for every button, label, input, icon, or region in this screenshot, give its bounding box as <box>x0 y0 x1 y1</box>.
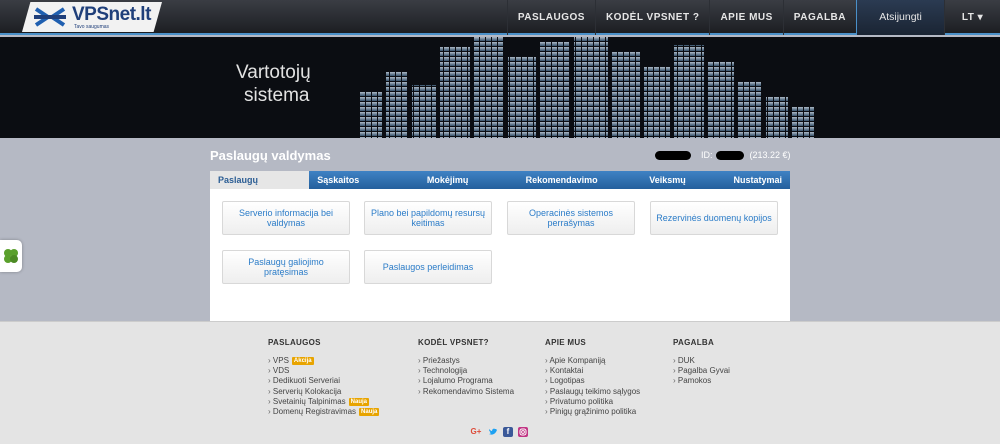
footer-link-logo[interactable]: Logotipas <box>545 376 640 386</box>
tab-mokejimu-sistemos[interactable]: Mokėjimų sistemos <box>419 171 518 203</box>
banner-equalizer-graphic <box>360 37 814 138</box>
language-selector[interactable]: LT ▾ <box>944 0 1000 35</box>
footer-link-hosting[interactable]: Svetainių TalpinimasNauja <box>268 397 379 407</box>
footer: PASLAUGOS VPSAkcija VDS Dedikuoti Server… <box>0 321 1000 444</box>
banner-title: Vartotojų sistema <box>236 61 311 107</box>
social-links: G+ f <box>469 427 528 437</box>
account-balance: (213.22 €) <box>749 150 791 160</box>
footer-link-privacy[interactable]: Privatumo politika <box>545 397 640 407</box>
footer-link-dedicated[interactable]: Dedikuoti Serveriai <box>268 376 379 386</box>
footer-link-about[interactable]: Apie Kompaniją <box>545 356 640 366</box>
footer-heading: APIE MUS <box>545 338 587 347</box>
logo[interactable]: VPSnet.lt Tavo saugumas <box>22 2 162 32</box>
tab-rekomendavimo-sistema[interactable]: Rekomendavimo sistema <box>518 171 642 203</box>
footer-link-domains[interactable]: Domenų RegistravimasNauja <box>268 407 380 417</box>
footer-link-referral[interactable]: Rekomendavimo Sistema <box>418 387 514 397</box>
logo-x-icon <box>34 7 66 27</box>
footer-link-tutorials[interactable]: Pamokos <box>673 376 730 386</box>
top-navigation-bar: VPSnet.lt Tavo saugumas PASLAUGOS KODĖL … <box>0 0 1000 35</box>
backups-button[interactable]: Rezervinės duomenų kopijos <box>650 201 778 235</box>
page-title: Paslaugų valdymas <box>210 148 331 163</box>
promo-badge: Akcija <box>291 357 314 365</box>
footer-link-vps[interactable]: VPSAkcija <box>268 356 379 366</box>
banner-title-line-1: Vartotojų <box>236 62 311 83</box>
services-panel: Serverio informacija bei valdymas Plano … <box>210 189 790 321</box>
banner-title-line-2: sistema <box>244 85 310 106</box>
facebook-icon[interactable]: f <box>503 427 513 437</box>
os-reinstall-button[interactable]: Operacinės sistemos perrašymas <box>507 201 635 235</box>
tab-veiksmu-istorija[interactable]: Veiksmų istorija <box>641 171 725 203</box>
nav-item-apie-mus[interactable]: APIE MUS <box>709 0 782 35</box>
footer-link-faq[interactable]: DUK <box>673 356 730 366</box>
instagram-icon[interactable] <box>518 427 528 437</box>
new-badge: Nauja <box>359 408 380 417</box>
footer-link-colocation[interactable]: Serverių Kolokacija <box>268 387 379 397</box>
brand-name: VPSnet.lt <box>72 4 151 25</box>
footer-link-reasons[interactable]: Priežastys <box>418 356 514 366</box>
nav-item-kodel-vpsnet[interactable]: KODĖL VPSNET ? <box>594 0 710 35</box>
service-transfer-button[interactable]: Paslaugos perleidimas <box>364 250 492 284</box>
account-info: ID: (213.22 €) <box>655 150 791 160</box>
new-badge: Nauja <box>348 397 370 406</box>
side-help-widget[interactable] <box>0 240 22 272</box>
footer-link-terms[interactable]: Paslaugų teikimo sąlygos <box>545 387 640 397</box>
nav-item-pagalba[interactable]: PAGALBA <box>782 0 856 35</box>
footer-heading: KODĖL VPSNET? <box>418 338 489 347</box>
footer-link-loyalty[interactable]: Lojalumo Programa <box>418 376 514 386</box>
clover-icon <box>4 249 18 263</box>
hero-banner: Vartotojų sistema <box>0 37 1000 138</box>
tab-paslaugu-valdymas[interactable]: Paslaugų valdymas <box>210 171 310 203</box>
twitter-icon[interactable] <box>488 427 498 437</box>
main-nav: PASLAUGOS KODĖL VPSNET ? APIE MUS PAGALB… <box>506 0 1000 35</box>
service-renewal-button[interactable]: Paslaugų galiojimo pratęsimas <box>222 250 350 284</box>
footer-link-live-help[interactable]: Pagalba Gyvai <box>673 366 730 376</box>
google-plus-icon[interactable]: G+ <box>469 427 483 437</box>
service-tabs: Paslaugų valdymas Sąskaitos papildymas M… <box>210 171 791 203</box>
account-id-label: ID: <box>701 150 713 160</box>
tab-nustatymai[interactable]: Nustatymai <box>726 171 791 189</box>
footer-column-kodel: KODĖL VPSNET? Priežastys Technologija Lo… <box>418 338 514 397</box>
redacted-username <box>655 150 691 160</box>
footer-heading: PAGALBA <box>673 338 715 347</box>
tab-saskaitos-papildymas[interactable]: Sąskaitos papildymas <box>309 171 419 203</box>
footer-column-paslaugos: PASLAUGOS VPSAkcija VDS Dedikuoti Server… <box>268 338 380 417</box>
footer-column-apie-mus: APIE MUS Apie Kompaniją Kontaktai Logoti… <box>545 338 640 417</box>
footer-heading: PASLAUGOS <box>268 338 321 347</box>
brand-tagline: Tavo saugumas <box>74 24 110 30</box>
footer-link-vds[interactable]: VDS <box>268 366 379 376</box>
plan-change-button[interactable]: Plano bei papildomų resursų keitimas <box>364 201 492 235</box>
nav-item-paslaugos[interactable]: PASLAUGOS <box>506 0 595 35</box>
logout-button[interactable]: Atsijungti <box>856 0 944 35</box>
redacted-account-id <box>715 150 744 160</box>
footer-column-pagalba: PAGALBA DUK Pagalba Gyvai Pamokos <box>673 338 730 387</box>
server-info-button[interactable]: Serverio informacija bei valdymas <box>222 201 350 235</box>
footer-link-refund[interactable]: Pinigų grąžinimo politika <box>545 407 640 417</box>
footer-link-technology[interactable]: Technologija <box>418 366 514 376</box>
footer-link-contacts[interactable]: Kontaktai <box>545 366 640 376</box>
